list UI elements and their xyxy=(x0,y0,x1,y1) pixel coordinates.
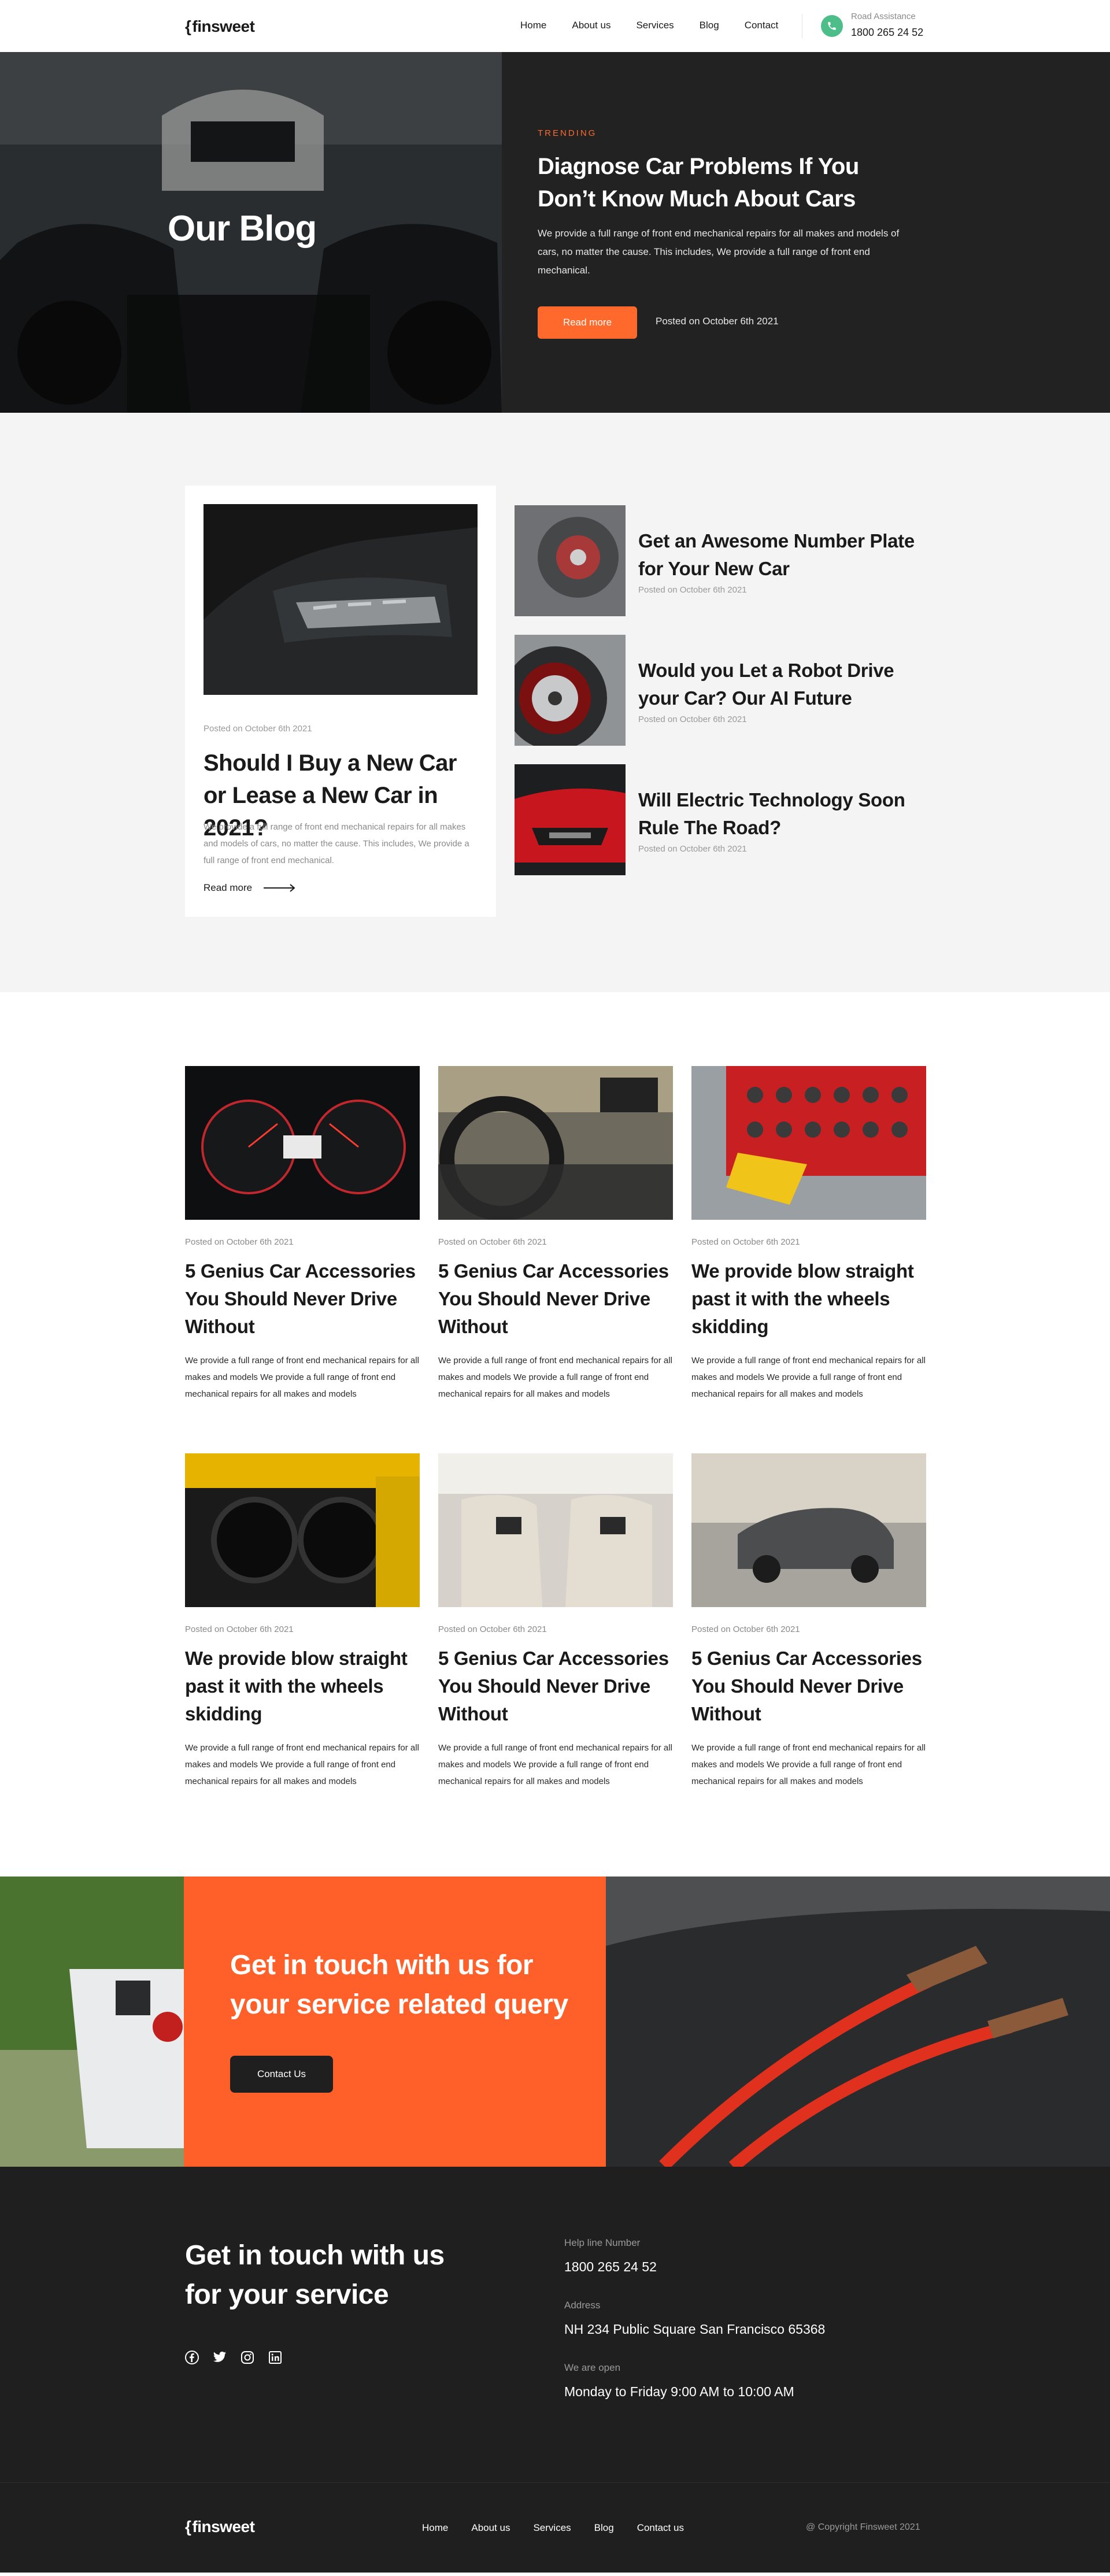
blog-card-excerpt: We provide a full range of front end mec… xyxy=(691,1356,926,1399)
featured-read-more-link[interactable]: Read more xyxy=(204,882,296,894)
featured-card[interactable]: Posted on October 6th 2021 Should I Buy … xyxy=(185,486,496,917)
nav-link-blog[interactable]: Blog xyxy=(700,20,719,31)
phone-icon[interactable] xyxy=(821,15,843,37)
blog-card-excerpt: We provide a full range of front end mec… xyxy=(691,1743,926,1786)
side-post-date: Posted on October 6th 2021 xyxy=(638,844,747,854)
tool-set-image xyxy=(691,1066,926,1220)
nav-link-about[interactable]: About us xyxy=(572,20,610,31)
race-tires-image xyxy=(185,1453,420,1607)
blog-card-excerpt: We provide a full range of front end mec… xyxy=(438,1743,672,1786)
side-post[interactable]: Will Electric Technology Soon Rule The R… xyxy=(515,764,925,875)
cta-panel: Get in touch with us for your service re… xyxy=(184,1877,606,2167)
blog-card-date: Posted on October 6th 2021 xyxy=(438,1237,547,1247)
side-post-title[interactable]: Will Electric Technology Soon Rule The R… xyxy=(638,786,916,842)
nav-link-home[interactable]: Home xyxy=(520,20,546,31)
featured-excerpt: We provide a full range of front end mec… xyxy=(204,822,469,865)
logo[interactable]: {finsweet xyxy=(185,17,255,36)
side-post-title[interactable]: Get an Awesome Number Plate for Your New… xyxy=(638,527,916,583)
side-post-title[interactable]: Would you Let a Robot Drive your Car? Ou… xyxy=(638,657,916,712)
contact-section: Get in touch with us for your service He… xyxy=(0,2167,1110,2482)
blog-grid: Posted on October 6th 2021 5 Genius Car … xyxy=(0,992,1110,1877)
top-nav: {finsweet Home About us Services Blog Co… xyxy=(0,0,1110,52)
instagram-icon[interactable] xyxy=(240,2351,254,2364)
blog-card-excerpt: We provide a full range of front end mec… xyxy=(185,1743,419,1786)
blog-card-title[interactable]: 5 Genius Car Accessories You Should Neve… xyxy=(691,1645,926,1728)
car-seats-image xyxy=(438,1453,673,1607)
featured-posts: Posted on October 6th 2021 Should I Buy … xyxy=(0,413,1110,992)
address-value: NH 234 Public Square San Francisco 65368 xyxy=(564,2322,826,2337)
blog-card-title[interactable]: We provide blow straight past it with th… xyxy=(185,1645,420,1728)
trending-tag: TRENDING xyxy=(538,128,597,138)
blog-card-excerpt: We provide a full range of front end mec… xyxy=(185,1356,419,1399)
blog-card-date: Posted on October 6th 2021 xyxy=(438,1624,547,1634)
contact-title: Get in touch with us for your service xyxy=(185,2240,445,2310)
side-post[interactable]: Get an Awesome Number Plate for Your New… xyxy=(515,505,925,616)
cta-banner: Get in touch with us for your service re… xyxy=(0,1877,1110,2167)
blog-card[interactable]: Posted on October 6th 2021 5 Genius Car … xyxy=(691,1453,926,1790)
dashboard-gauges-image xyxy=(185,1066,420,1220)
blog-card-title[interactable]: We provide blow straight past it with th… xyxy=(691,1257,926,1341)
blog-card-date: Posted on October 6th 2021 xyxy=(691,1624,800,1634)
nav-link-services[interactable]: Services xyxy=(636,20,674,31)
road-assistance-phone[interactable]: 1800 265 24 52 xyxy=(851,27,923,39)
grey-car-image xyxy=(691,1453,926,1607)
blog-card[interactable]: Posted on October 6th 2021 We provide bl… xyxy=(691,1066,926,1402)
car-wash-image xyxy=(515,505,626,616)
hours-label: We are open xyxy=(564,2362,621,2373)
hero-post-title[interactable]: Diagnose Car Problems If You Don’t Know … xyxy=(538,150,908,215)
car-interior-image xyxy=(438,1066,673,1220)
featured-headlight-image xyxy=(204,504,478,695)
red-car-image xyxy=(515,764,626,875)
copyright: @ Copyright Finsweet 2021 xyxy=(806,2522,920,2532)
page-title: Our Blog xyxy=(168,209,317,249)
blog-card[interactable]: Posted on October 6th 2021 5 Genius Car … xyxy=(438,1066,673,1402)
helpline-number[interactable]: 1800 265 24 52 xyxy=(564,2259,657,2275)
helpline-label: Help line Number xyxy=(564,2237,641,2248)
side-post-date: Posted on October 6th 2021 xyxy=(638,715,747,724)
cta-car-garden-image xyxy=(0,1877,184,2167)
social-links xyxy=(185,2351,282,2364)
contact-us-button[interactable]: Contact Us xyxy=(230,2056,333,2093)
footer-link-contact[interactable]: Contact us xyxy=(637,2522,684,2534)
facebook-icon[interactable] xyxy=(185,2351,199,2364)
blog-card-title[interactable]: 5 Genius Car Accessories You Should Neve… xyxy=(438,1257,673,1341)
side-post-date: Posted on October 6th 2021 xyxy=(638,585,747,595)
featured-date: Posted on October 6th 2021 xyxy=(204,724,312,734)
road-assistance-label: Road Assistance xyxy=(851,12,916,21)
read-more-label: Read more xyxy=(204,882,253,893)
wheel-image xyxy=(515,635,626,746)
blog-card-title[interactable]: 5 Genius Car Accessories You Should Neve… xyxy=(438,1645,673,1728)
hero-read-more-button[interactable]: Read more xyxy=(538,306,637,339)
hero-post-excerpt: We provide a full range of front end mec… xyxy=(538,228,900,276)
blog-card[interactable]: Posted on October 6th 2021 5 Genius Car … xyxy=(185,1066,420,1402)
footer: {finsweet Home About us Services Blog Co… xyxy=(0,2482,1110,2573)
footer-link-services[interactable]: Services xyxy=(533,2522,571,2534)
nav-links: Home About us Services Blog Contact xyxy=(520,20,804,31)
hero-post-date: Posted on October 6th 2021 xyxy=(656,316,779,327)
arrow-right-icon xyxy=(264,884,295,892)
footer-link-home[interactable]: Home xyxy=(422,2522,448,2534)
cta-title: Get in touch with us for your service re… xyxy=(230,1950,568,2020)
footer-link-about[interactable]: About us xyxy=(471,2522,510,2534)
linkedin-icon[interactable] xyxy=(268,2351,282,2364)
blog-card-title[interactable]: 5 Genius Car Accessories You Should Neve… xyxy=(185,1257,420,1341)
blog-card[interactable]: Posted on October 6th 2021 5 Genius Car … xyxy=(438,1453,673,1790)
blog-card-excerpt: We provide a full range of front end mec… xyxy=(438,1356,672,1399)
hero: Our Blog TRENDING Diagnose Car Problems … xyxy=(0,52,1110,413)
footer-link-blog[interactable]: Blog xyxy=(594,2522,614,2534)
side-post[interactable]: Would you Let a Robot Drive your Car? Ou… xyxy=(515,635,925,746)
blog-card-date: Posted on October 6th 2021 xyxy=(185,1624,294,1634)
blog-card-date: Posted on October 6th 2021 xyxy=(691,1237,800,1247)
footer-logo[interactable]: {finsweet xyxy=(185,2518,255,2536)
footer-links: Home About us Services Blog Contact us xyxy=(422,2522,707,2534)
hours-value: Monday to Friday 9:00 AM to 10:00 AM xyxy=(564,2384,794,2399)
blog-card-date: Posted on October 6th 2021 xyxy=(185,1237,294,1247)
nav-link-contact[interactable]: Contact xyxy=(745,20,779,31)
address-label: Address xyxy=(564,2300,601,2311)
blog-card[interactable]: Posted on October 6th 2021 We provide bl… xyxy=(185,1453,420,1790)
twitter-icon[interactable] xyxy=(213,2351,227,2364)
jumper-cables-image xyxy=(606,1877,1110,2167)
